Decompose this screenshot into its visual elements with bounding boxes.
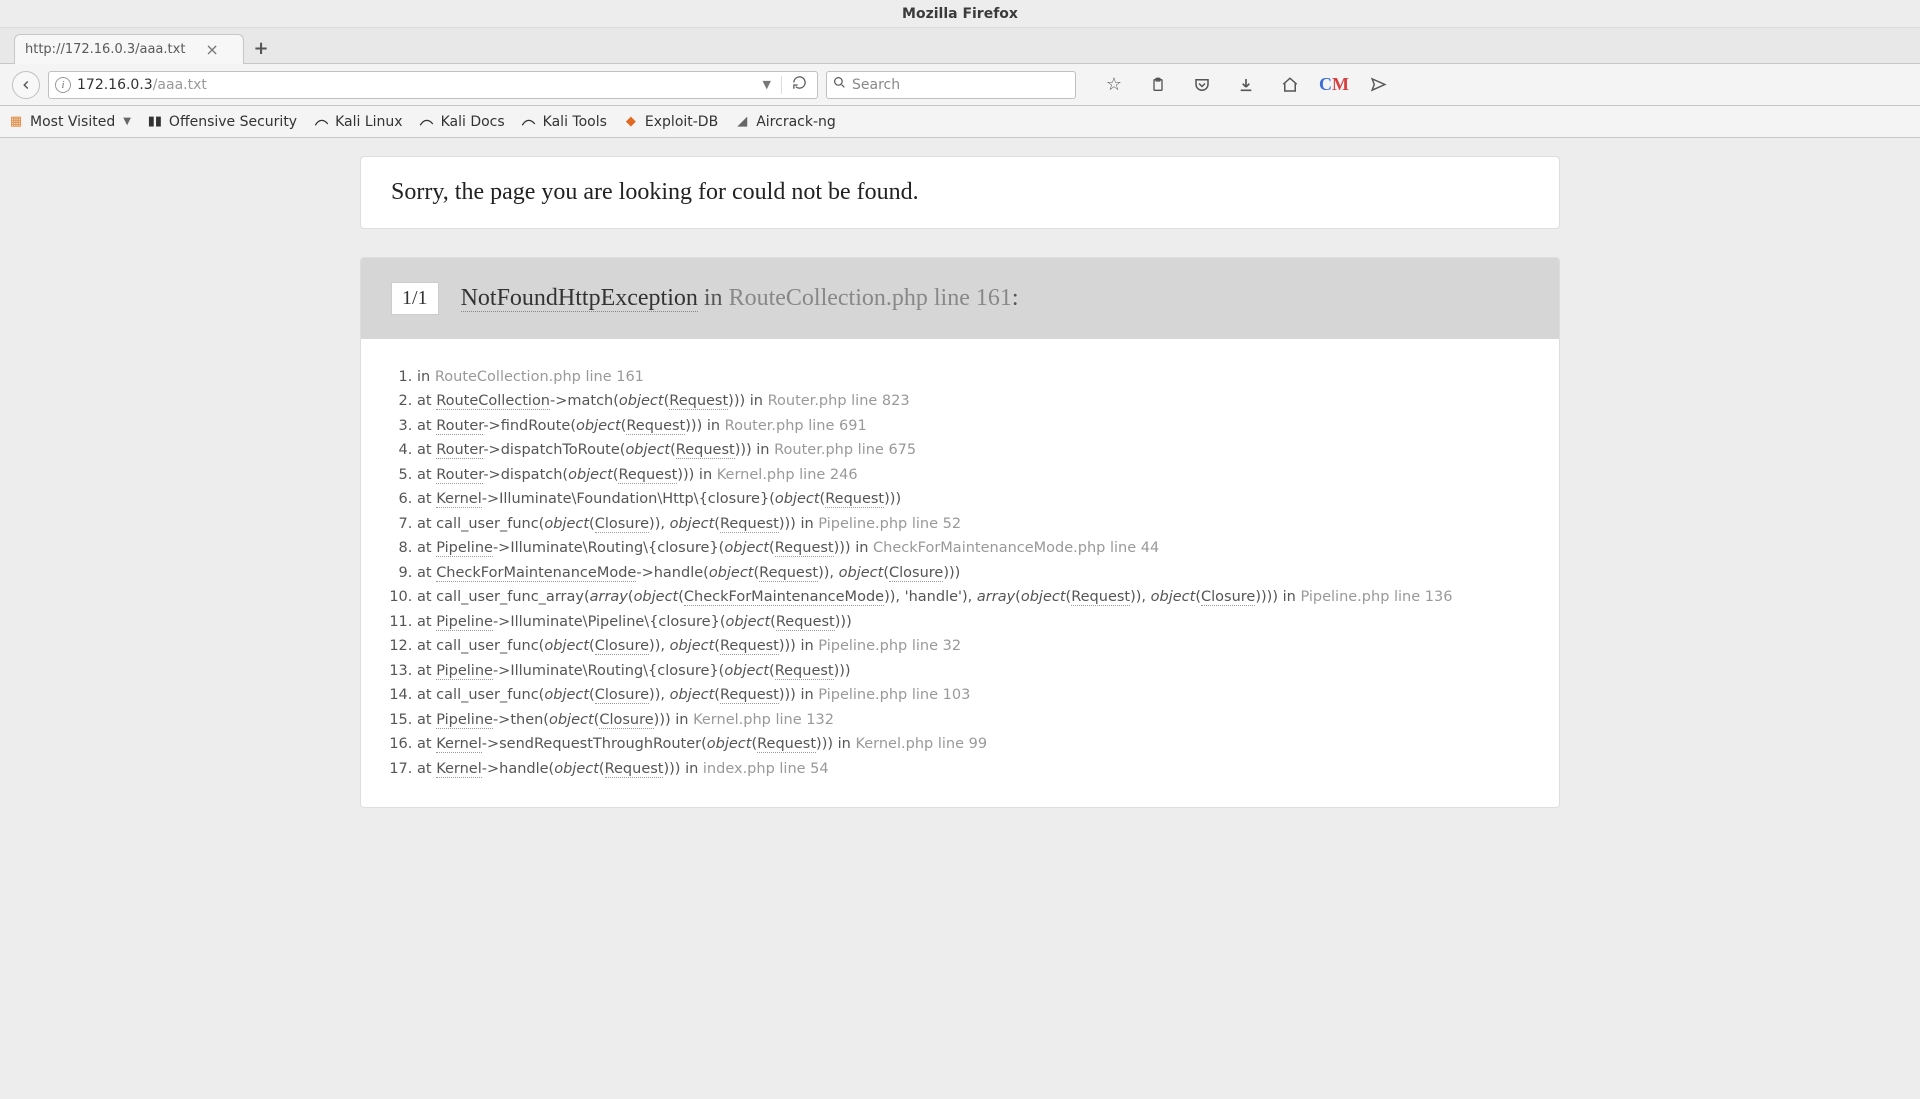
url-host: 172.16.0.3	[77, 77, 153, 93]
trace-frame: in RouteCollection.php line 161	[417, 365, 1529, 389]
url-history-dropdown[interactable]: ▼	[759, 78, 775, 91]
toolbar-icons: ☆ CM	[1104, 75, 1388, 95]
bookmark-star-icon[interactable]: ☆	[1104, 75, 1124, 95]
close-tab-icon[interactable]: ×	[205, 42, 218, 58]
trace-header: 1/1 NotFoundHttpException in RouteCollec…	[361, 258, 1559, 339]
stack-trace-card: 1/1 NotFoundHttpException in RouteCollec…	[360, 257, 1560, 808]
home-icon[interactable]	[1280, 75, 1300, 95]
offsec-icon: ▮▮	[147, 114, 163, 130]
window-title-text: Mozilla Firefox	[902, 6, 1018, 22]
most-visited-icon: ▦	[8, 114, 24, 130]
chevron-down-icon: ▼	[123, 116, 131, 127]
pocket-icon[interactable]	[1192, 75, 1212, 95]
stack-trace-list: in RouteCollection.php line 161at RouteC…	[417, 365, 1529, 781]
exception-name: NotFoundHttpException	[461, 285, 698, 312]
bookmark-offensive-security[interactable]: ▮▮ Offensive Security	[147, 114, 297, 130]
arrow-left-icon	[19, 78, 33, 92]
send-icon[interactable]	[1368, 75, 1388, 95]
bookmark-kali-linux[interactable]: Kali Linux	[313, 114, 402, 130]
trace-frame: at RouteCollection->match(object(Request…	[417, 389, 1529, 413]
trace-count-badge: 1/1	[391, 282, 439, 315]
search-icon	[833, 76, 846, 93]
back-button[interactable]	[12, 71, 40, 99]
trace-frame: at Router->dispatchToRoute(object(Reques…	[417, 438, 1529, 462]
url-path: /aaa.txt	[153, 77, 207, 93]
bookmark-label: Exploit-DB	[645, 114, 718, 130]
colon: :	[1012, 285, 1019, 311]
error-message-card: Sorry, the page you are looking for coul…	[360, 156, 1560, 229]
exception-location: RouteCollection.php line 161	[729, 285, 1012, 311]
trace-frame: at Router->findRoute(object(Request))) i…	[417, 414, 1529, 438]
addon-cm-icon[interactable]: CM	[1324, 75, 1344, 95]
bookmark-label: Kali Linux	[335, 114, 402, 130]
bookmark-label: Kali Docs	[441, 114, 505, 130]
trace-frame: at call_user_func(object(Closure)), obje…	[417, 683, 1529, 707]
url-text: 172.16.0.3/aaa.txt	[77, 77, 753, 93]
trace-frame: at Pipeline->Illuminate\Routing\{closure…	[417, 536, 1529, 560]
bookmark-exploit-db[interactable]: ◆ Exploit-DB	[623, 114, 718, 130]
trace-frame: at call_user_func_array(array(object(Che…	[417, 585, 1529, 609]
kali-icon	[521, 114, 537, 130]
trace-frame: at Kernel->handle(object(Request))) in i…	[417, 757, 1529, 781]
trace-frame: at CheckForMaintenanceMode->handle(objec…	[417, 561, 1529, 585]
in-word: in	[704, 285, 723, 311]
bookmark-kali-tools[interactable]: Kali Tools	[521, 114, 607, 130]
trace-frame: at Pipeline->Illuminate\Routing\{closure…	[417, 659, 1529, 683]
aircrack-icon: ◢	[734, 114, 750, 130]
trace-frame: at Kernel->sendRequestThroughRouter(obje…	[417, 732, 1529, 756]
trace-frame: at Router->dispatch(object(Request))) in…	[417, 463, 1529, 487]
window-titlebar: Mozilla Firefox	[0, 0, 1920, 28]
trace-frame: at call_user_func(object(Closure)), obje…	[417, 512, 1529, 536]
bookmark-label: Offensive Security	[169, 114, 297, 130]
separator	[781, 76, 782, 94]
tab-strip: http://172.16.0.3/aaa.txt × +	[0, 28, 1920, 64]
nav-toolbar: i 172.16.0.3/aaa.txt ▼ Search ☆ CM	[0, 64, 1920, 106]
new-tab-button[interactable]: +	[250, 37, 272, 59]
page-content: Sorry, the page you are looking for coul…	[0, 138, 1920, 848]
bookmarks-bar: ▦ Most Visited ▼ ▮▮ Offensive Security K…	[0, 106, 1920, 138]
search-bar[interactable]: Search	[826, 71, 1076, 99]
bookmark-aircrack-ng[interactable]: ◢ Aircrack-ng	[734, 114, 836, 130]
reload-icon	[792, 75, 807, 90]
bookmark-label: Kali Tools	[543, 114, 607, 130]
trace-title: NotFoundHttpException in RouteCollection…	[461, 285, 1019, 312]
bookmark-kali-docs[interactable]: Kali Docs	[419, 114, 505, 130]
trace-frame: at Pipeline->Illuminate\Pipeline\{closur…	[417, 610, 1529, 634]
clipboard-icon[interactable]	[1148, 75, 1168, 95]
trace-frame: at Pipeline->then(object(Closure))) in K…	[417, 708, 1529, 732]
browser-tab[interactable]: http://172.16.0.3/aaa.txt ×	[14, 34, 244, 64]
search-placeholder: Search	[852, 77, 900, 93]
bookmark-most-visited[interactable]: ▦ Most Visited ▼	[8, 114, 131, 130]
trace-frame: at call_user_func(object(Closure)), obje…	[417, 634, 1529, 658]
kali-icon	[313, 114, 329, 130]
bookmark-label: Aircrack-ng	[756, 114, 836, 130]
trace-frame: at Kernel->Illuminate\Foundation\Http\{c…	[417, 487, 1529, 511]
reload-button[interactable]	[788, 75, 811, 94]
error-heading: Sorry, the page you are looking for coul…	[391, 179, 1529, 206]
trace-body: in RouteCollection.php line 161at RouteC…	[361, 339, 1559, 807]
tab-label: http://172.16.0.3/aaa.txt	[25, 42, 185, 57]
bookmark-label: Most Visited	[30, 114, 115, 130]
url-bar[interactable]: i 172.16.0.3/aaa.txt ▼	[48, 71, 818, 99]
kali-icon	[419, 114, 435, 130]
site-info-icon[interactable]: i	[55, 77, 71, 93]
downloads-icon[interactable]	[1236, 75, 1256, 95]
exploitdb-icon: ◆	[623, 114, 639, 130]
